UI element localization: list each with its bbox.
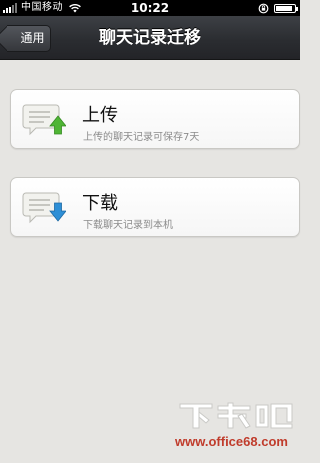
back-button[interactable]: 通用: [7, 25, 51, 52]
chat-upload-icon: [22, 104, 66, 136]
download-title: 下载: [82, 193, 118, 214]
status-time: 10:22: [130, 1, 170, 15]
chat-download-icon: [22, 192, 66, 224]
rotation-lock-icon: [258, 3, 269, 13]
nav-bar: 聊天记录迁移 通用: [0, 16, 300, 60]
download-option[interactable]: 下载 下载聊天记录到本机: [10, 177, 300, 237]
battery-fill: [276, 5, 293, 11]
download-subtitle: 下载聊天记录到本机: [83, 220, 173, 231]
status-right: [258, 0, 298, 16]
battery-icon: [274, 3, 298, 13]
screen: 中国移动 10:22 聊天记录迁移 通用 上传 上传的聊天记录可保存7天 下载 …: [0, 0, 300, 463]
upload-subtitle: 上传的聊天记录可保存7天: [83, 132, 200, 143]
upload-title: 上传: [82, 105, 118, 126]
watermark-url: www.office68.com: [175, 434, 288, 449]
watermark-logo: [179, 402, 293, 429]
upload-option[interactable]: 上传 上传的聊天记录可保存7天: [10, 89, 300, 149]
status-bar: 中国移动 10:22: [0, 0, 300, 16]
